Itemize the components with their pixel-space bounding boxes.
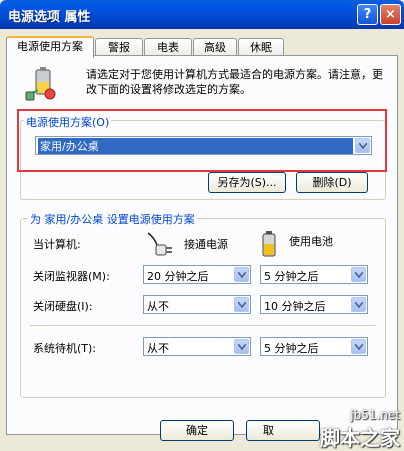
battery-icon (262, 231, 276, 257)
computer-label: 当计算机: (33, 238, 81, 251)
standby-plugged-value: 从不 (147, 342, 169, 355)
tab-power-schemes[interactable]: 电源使用方案 (6, 36, 94, 58)
plugged-in-header: 接通电源 (184, 238, 228, 251)
settings-divider (30, 325, 376, 327)
battery-header: 使用电池 (289, 235, 333, 248)
monitor-off-battery-value: 5 分钟之后 (264, 270, 319, 283)
title-bar[interactable]: 电源选项 属性 ? × (0, 0, 404, 29)
help-button[interactable]: ? (357, 4, 378, 25)
delete-button[interactable]: 删除(D) (296, 172, 368, 193)
standby-battery-select[interactable]: 5 分钟之后 (260, 337, 368, 356)
chevron-down-icon (234, 297, 249, 312)
close-button[interactable]: × (380, 4, 401, 25)
tab-advanced[interactable]: 高级 (193, 38, 237, 56)
cancel-button[interactable]: 取 (246, 420, 320, 441)
chevron-down-icon (234, 267, 249, 282)
hard-disk-off-label: 关闭硬盘(I): (33, 300, 93, 313)
tab-hibernate[interactable]: 休眠 (238, 38, 284, 56)
hard-disk-off-plugged-value: 从不 (147, 300, 169, 313)
watermark: jb51.net 脚本之家 (320, 408, 400, 451)
monitor-off-battery-select[interactable]: 5 分钟之后 (260, 265, 368, 284)
hard-disk-off-battery-select[interactable]: 10 分钟之后 (260, 295, 368, 314)
standby-battery-value: 5 分钟之后 (264, 342, 319, 355)
power-options-icon (25, 67, 56, 101)
watermark-brand: 脚本之家 (320, 426, 400, 450)
standby-label: 系统待机(T): (33, 342, 97, 355)
highlight-box (17, 109, 387, 172)
intro-text: 请选定对于您使用计算机方式最适合的电源方案。请注意，更改下面的设置将修改选定的方… (86, 68, 383, 96)
watermark-url: jb51.net (350, 408, 400, 422)
monitor-off-plugged-value: 20 分钟之后 (147, 270, 209, 283)
chevron-down-icon (351, 267, 366, 282)
chevron-down-icon (351, 297, 366, 312)
hard-disk-off-plugged-select[interactable]: 从不 (143, 295, 251, 314)
chevron-down-icon (351, 339, 366, 354)
ok-button[interactable]: 确定 (160, 420, 234, 441)
window-title: 电源选项 属性 (8, 10, 91, 25)
tab-power-meter[interactable]: 电表 (144, 38, 192, 56)
hard-disk-off-battery-value: 10 分钟之后 (264, 300, 326, 313)
monitor-off-plugged-select[interactable]: 20 分钟之后 (143, 265, 251, 284)
settings-group-label: 为 家用/办公桌 设置电源使用方案 (28, 211, 197, 227)
monitor-off-label: 关闭监视器(M): (33, 270, 110, 283)
chevron-down-icon (234, 339, 249, 354)
plug-icon (147, 232, 172, 256)
standby-plugged-select[interactable]: 从不 (143, 337, 251, 356)
save-as-button[interactable]: 另存为(S)... (208, 172, 286, 193)
tab-alarms[interactable]: 警报 (95, 38, 143, 56)
